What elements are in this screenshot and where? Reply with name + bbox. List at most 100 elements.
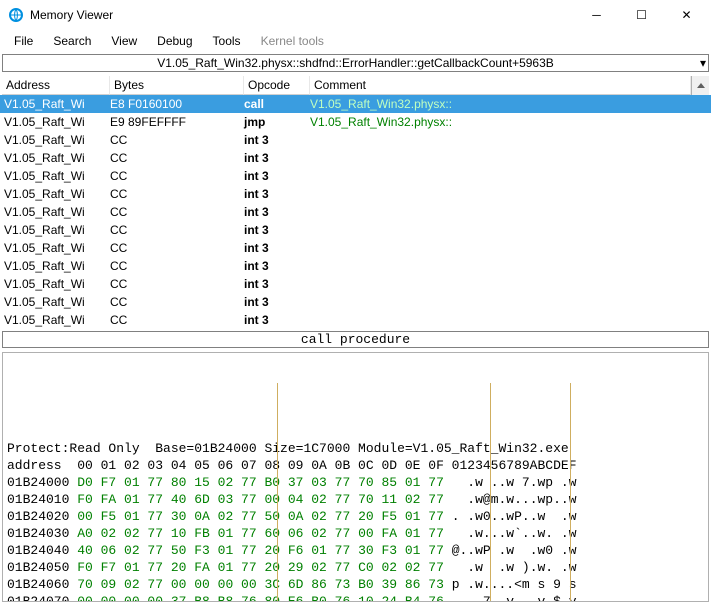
cell-opcode: int 3 xyxy=(244,311,310,329)
disasm-row[interactable]: V1.05_Raft_WiCCint 3 xyxy=(0,131,711,149)
cell-bytes: CC xyxy=(110,221,244,239)
cell-opcode: int 3 xyxy=(244,185,310,203)
hex-pane[interactable]: Protect:Read Only Base=01B24000 Size=1C7… xyxy=(2,352,709,602)
minimize-button[interactable]: ─ xyxy=(574,1,619,29)
hex-row[interactable]: 01B24050 F0 F7 01 77 20 FA 01 77 20 29 0… xyxy=(7,559,704,576)
cell-address: V1.05_Raft_Wi xyxy=(2,131,110,149)
cell-address: V1.05_Raft_Wi xyxy=(2,95,110,113)
cell-comment xyxy=(310,293,709,311)
menu-file[interactable]: File xyxy=(4,32,43,50)
cell-bytes: CC xyxy=(110,275,244,293)
disasm-row[interactable]: V1.05_Raft_WiE9 89FEFFFFjmpV1.05_Raft_Wi… xyxy=(0,113,711,131)
dropdown-icon[interactable]: ▾ xyxy=(700,56,706,70)
disasm-row[interactable]: V1.05_Raft_WiCCint 3 xyxy=(0,167,711,185)
cell-comment xyxy=(310,131,709,149)
hex-row[interactable]: 01B24020 00 F5 01 77 30 0A 02 77 50 0A 0… xyxy=(7,508,704,525)
disasm-row[interactable]: V1.05_Raft_WiCCint 3 xyxy=(0,149,711,167)
hex-row[interactable]: 01B24060 70 09 02 77 00 00 00 00 3C 6D 8… xyxy=(7,576,704,593)
cell-bytes: CC xyxy=(110,149,244,167)
cell-comment xyxy=(310,221,709,239)
cell-bytes: CC xyxy=(110,131,244,149)
menu-view[interactable]: View xyxy=(101,32,147,50)
cell-comment xyxy=(310,149,709,167)
maximize-button[interactable]: ☐ xyxy=(619,1,664,29)
cell-address: V1.05_Raft_Wi xyxy=(2,167,110,185)
cell-comment xyxy=(310,275,709,293)
cell-address: V1.05_Raft_Wi xyxy=(2,275,110,293)
cell-comment: V1.05_Raft_Win32.physx:: xyxy=(310,113,709,131)
window-title: Memory Viewer xyxy=(30,8,113,22)
cell-bytes: CC xyxy=(110,311,244,329)
app-icon xyxy=(8,7,24,23)
cell-bytes: E9 89FEFFFF xyxy=(110,113,244,131)
cell-comment: V1.05_Raft_Win32.physx:: xyxy=(310,95,709,113)
scroll-up-button[interactable] xyxy=(691,76,709,95)
disasm-row[interactable]: V1.05_Raft_WiCCint 3 xyxy=(0,311,711,329)
cell-opcode: int 3 xyxy=(244,149,310,167)
cell-opcode: call xyxy=(244,95,310,113)
disassembly-list[interactable]: V1.05_Raft_WiE8 F0160100callV1.05_Raft_W… xyxy=(0,95,711,329)
close-button[interactable]: ✕ xyxy=(664,1,709,29)
hex-info: Protect:Read Only Base=01B24000 Size=1C7… xyxy=(7,440,704,457)
cell-opcode: int 3 xyxy=(244,275,310,293)
cell-comment xyxy=(310,185,709,203)
address-bar-text: V1.05_Raft_Win32.physx::shdfnd::ErrorHan… xyxy=(157,56,554,70)
cell-bytes: E8 F0160100 xyxy=(110,95,244,113)
cell-address: V1.05_Raft_Wi xyxy=(2,203,110,221)
disasm-row[interactable]: V1.05_Raft_WiCCint 3 xyxy=(0,221,711,239)
address-bar[interactable]: V1.05_Raft_Win32.physx::shdfnd::ErrorHan… xyxy=(2,54,709,72)
menu-debug[interactable]: Debug xyxy=(147,32,202,50)
cell-opcode: int 3 xyxy=(244,239,310,257)
menu-tools[interactable]: Tools xyxy=(203,32,251,50)
disasm-row[interactable]: V1.05_Raft_WiCCint 3 xyxy=(0,293,711,311)
status-bar: call procedure xyxy=(2,331,709,348)
cell-bytes: CC xyxy=(110,185,244,203)
hex-row[interactable]: 01B24030 A0 02 02 77 10 FB 01 77 60 06 0… xyxy=(7,525,704,542)
cell-opcode: int 3 xyxy=(244,203,310,221)
cell-comment xyxy=(310,311,709,329)
header-comment[interactable]: Comment xyxy=(310,76,691,95)
title-bar: Memory Viewer ─ ☐ ✕ xyxy=(0,0,711,30)
cell-opcode: int 3 xyxy=(244,167,310,185)
cell-opcode: jmp xyxy=(244,113,310,131)
header-opcode[interactable]: Opcode xyxy=(244,76,310,95)
hex-header: address 00 01 02 03 04 05 06 07 08 09 0A… xyxy=(7,457,704,474)
disasm-row[interactable]: V1.05_Raft_WiCCint 3 xyxy=(0,239,711,257)
cell-opcode: int 3 xyxy=(244,131,310,149)
cell-bytes: CC xyxy=(110,203,244,221)
hex-row[interactable]: 01B24000 D0 F7 01 77 80 15 02 77 B0 37 0… xyxy=(7,474,704,491)
cell-address: V1.05_Raft_Wi xyxy=(2,113,110,131)
disasm-row[interactable]: V1.05_Raft_WiE8 F0160100callV1.05_Raft_W… xyxy=(0,95,711,113)
disasm-row[interactable]: V1.05_Raft_WiCCint 3 xyxy=(0,185,711,203)
cell-address: V1.05_Raft_Wi xyxy=(2,293,110,311)
cell-bytes: CC xyxy=(110,239,244,257)
hex-row[interactable]: 01B24070 00 00 00 00 37 B8 B8 76 80 E6 B… xyxy=(7,593,704,602)
cell-comment xyxy=(310,257,709,275)
cell-comment xyxy=(310,203,709,221)
cell-comment xyxy=(310,167,709,185)
cell-address: V1.05_Raft_Wi xyxy=(2,311,110,329)
cell-bytes: CC xyxy=(110,257,244,275)
disasm-row[interactable]: V1.05_Raft_WiCCint 3 xyxy=(0,257,711,275)
cell-opcode: int 3 xyxy=(244,293,310,311)
cell-address: V1.05_Raft_Wi xyxy=(2,239,110,257)
cell-address: V1.05_Raft_Wi xyxy=(2,149,110,167)
header-address[interactable]: Address xyxy=(2,76,110,95)
cell-address: V1.05_Raft_Wi xyxy=(2,257,110,275)
cell-address: V1.05_Raft_Wi xyxy=(2,221,110,239)
menu-search[interactable]: Search xyxy=(43,32,101,50)
disasm-headers: Address Bytes Opcode Comment xyxy=(0,74,711,95)
menu-kernel-tools: Kernel tools xyxy=(251,32,334,50)
cell-bytes: CC xyxy=(110,293,244,311)
disasm-row[interactable]: V1.05_Raft_WiCCint 3 xyxy=(0,275,711,293)
cell-comment xyxy=(310,239,709,257)
cell-bytes: CC xyxy=(110,167,244,185)
header-bytes[interactable]: Bytes xyxy=(110,76,244,95)
cell-opcode: int 3 xyxy=(244,221,310,239)
hex-row[interactable]: 01B24010 F0 FA 01 77 40 6D 03 77 00 04 0… xyxy=(7,491,704,508)
menu-bar: File Search View Debug Tools Kernel tool… xyxy=(0,30,711,52)
cell-address: V1.05_Raft_Wi xyxy=(2,185,110,203)
hex-row[interactable]: 01B24040 40 06 02 77 50 F3 01 77 20 F6 0… xyxy=(7,542,704,559)
disasm-row[interactable]: V1.05_Raft_WiCCint 3 xyxy=(0,203,711,221)
cell-opcode: int 3 xyxy=(244,257,310,275)
